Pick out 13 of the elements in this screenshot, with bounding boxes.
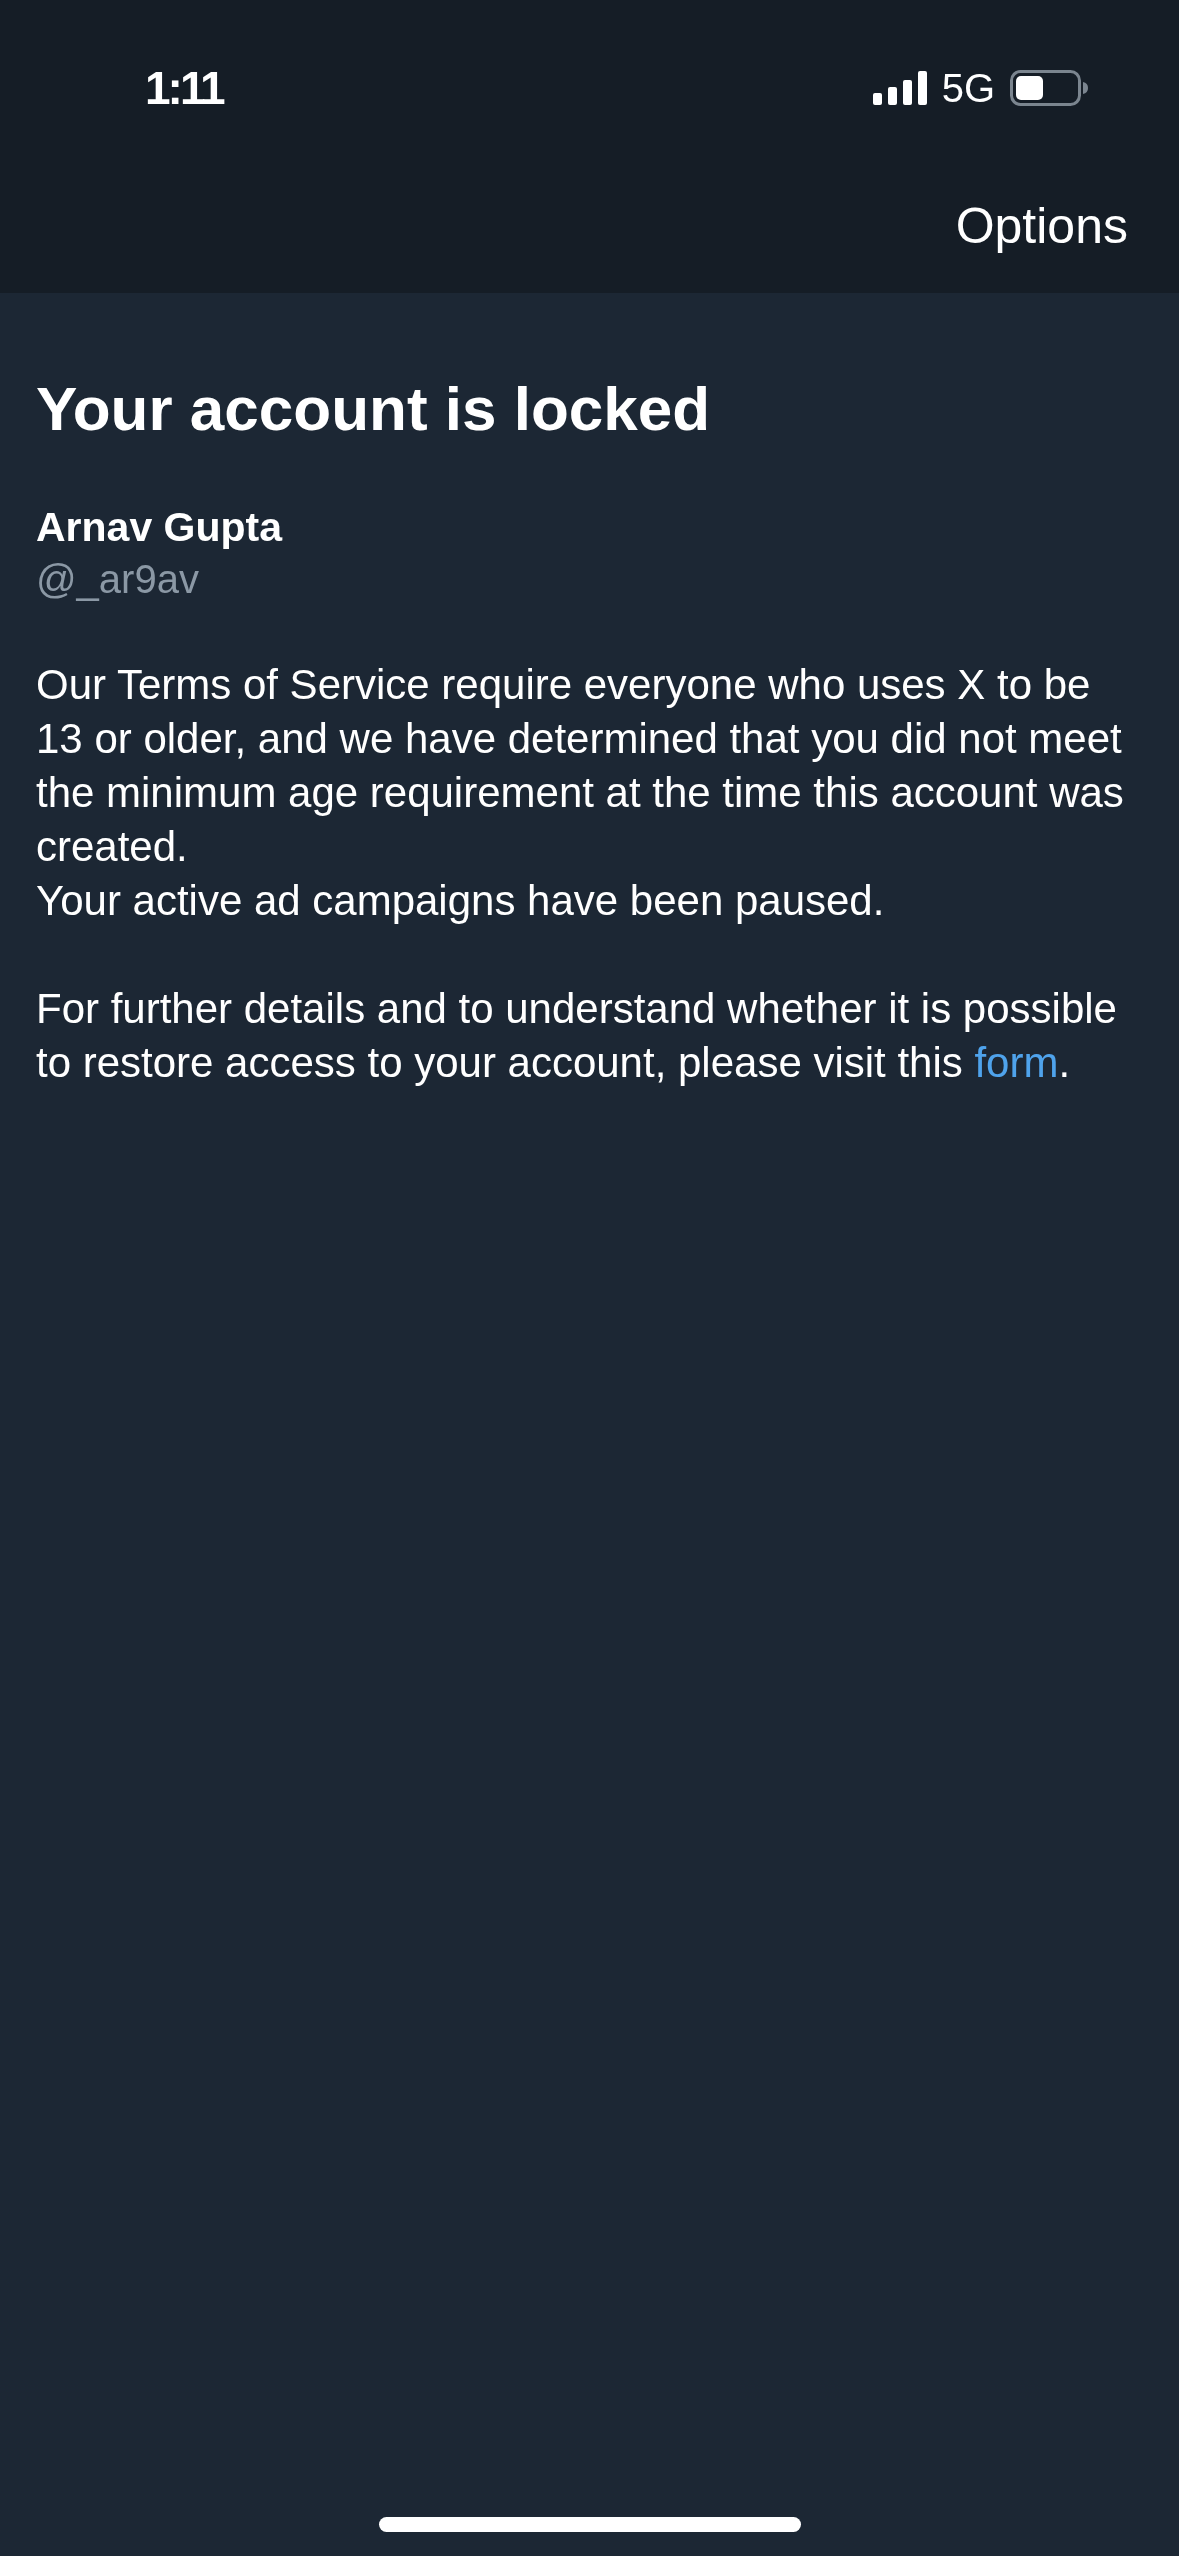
message-text: Our Terms of Service require everyone who uses X to be 13 or older, and we have determined that you did not meet the minimum age requirement at the time this account was created. — [36, 660, 1125, 872]
account-name: Arnav Gupta — [36, 503, 283, 552]
network-label: 5G — [941, 64, 995, 112]
home-indicator[interactable] — [378, 2517, 801, 2532]
message-text: Your active ad campaigns have been paused. — [36, 876, 886, 926]
page-title: Your account is locked — [36, 373, 711, 445]
account-handle: @_ar9av — [36, 556, 199, 603]
battery-icon — [1010, 69, 1088, 106]
signal-icon — [872, 70, 927, 105]
help-text: For further details and to understand whether it is possible to restore access to your account, please visit this form. — [36, 984, 1118, 1088]
form-link[interactable]: form — [974, 1039, 1059, 1086]
status-time: 1:11 — [145, 60, 223, 116]
options-button[interactable]: Options — [955, 196, 1128, 256]
